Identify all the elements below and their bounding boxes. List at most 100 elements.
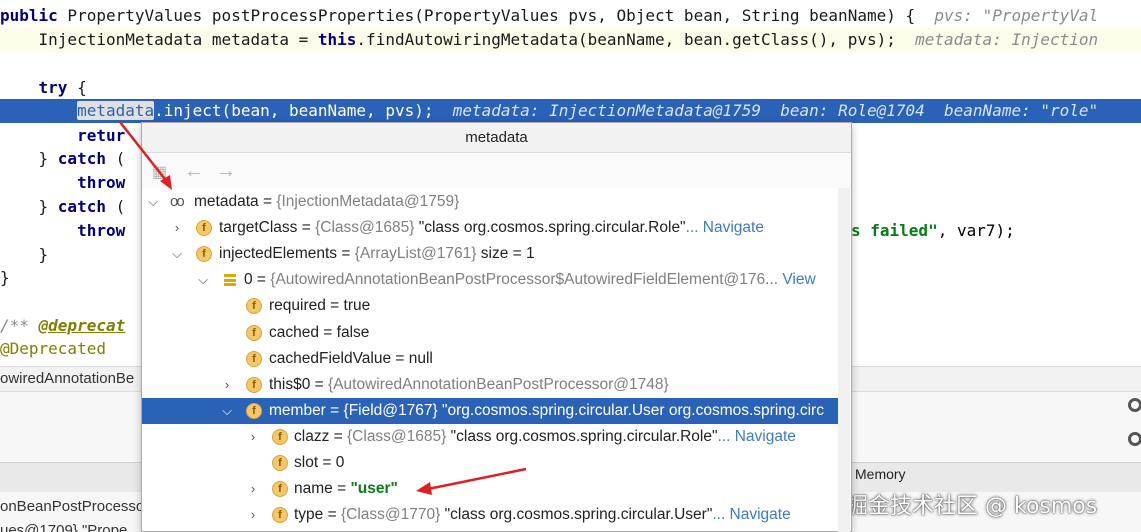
var-name: required — [269, 297, 326, 314]
watch-glasses-icon: oo — [170, 193, 185, 210]
var-name: 0 — [244, 271, 253, 288]
var-type: {AutowiredAnnotationBeanPostProcessor$Au… — [270, 271, 766, 288]
keyword: retur — [77, 126, 126, 145]
gear-icon[interactable] — [1128, 398, 1141, 412]
var-name: metadata — [194, 193, 259, 210]
inline-debug-hint: pvs: "PropertyVal — [915, 6, 1099, 25]
field-icon: f — [272, 429, 288, 445]
tree-row-name[interactable]: › f name = "user" — [142, 476, 850, 502]
back-icon[interactable]: ← — [184, 160, 204, 182]
field-icon: f — [246, 298, 262, 314]
chevron-right-icon[interactable]: › — [246, 476, 260, 502]
var-value: "org.cosmos.spring.circular.User org.cos… — [442, 402, 824, 419]
popup-title: metadata — [142, 123, 851, 153]
tree-row-this0[interactable]: › f this$0 = {AutowiredAnnotationBeanPos… — [142, 372, 850, 398]
view-link[interactable]: ... View — [765, 271, 816, 288]
javadoc-tag: @deprecat — [38, 316, 126, 335]
chevron-right-icon[interactable]: › — [246, 424, 260, 450]
code-text: } — [0, 268, 10, 287]
navigate-link[interactable]: ... Navigate — [712, 506, 790, 523]
code-line-2: InjectionMetadata metadata = this.findAu… — [0, 28, 1141, 52]
var-type: {ArrayList@1761} — [354, 245, 481, 262]
code-text: ( — [105, 197, 126, 216]
tree-row-clazz[interactable]: › f clazz = {Class@1685} "class org.cosm… — [142, 424, 850, 450]
tree-row-element-0[interactable]: ⌵ 0 = {AutowiredAnnotationBeanPostProces… — [142, 267, 850, 293]
frame-item[interactable]: onBeanPostProcesso — [0, 498, 144, 515]
chevron-down-icon[interactable]: ⌵ — [170, 241, 184, 267]
popup-scrollbar[interactable] — [838, 188, 850, 532]
field-icon: f — [272, 481, 288, 497]
frames-icon[interactable]: ▦ — [152, 162, 167, 184]
code-line-4: try { — [0, 76, 1141, 100]
var-name: clazz — [294, 428, 330, 445]
equals: = — [329, 428, 347, 445]
code-text: InjectionMetadata metadata = — [38, 30, 318, 49]
keyword: catch — [57, 149, 106, 168]
chevron-down-icon[interactable]: ⌵ — [220, 398, 234, 424]
equals: = — [325, 402, 344, 419]
field-icon: f — [272, 507, 288, 523]
var-value: false — [336, 324, 370, 341]
code-text: .findAutowiringMetadata(beanName, bean.g… — [356, 30, 896, 49]
var-name: member — [269, 402, 326, 419]
tree-row-injectedElements[interactable]: ⌵ f injectedElements = {ArrayList@1761} … — [142, 241, 850, 267]
tab-memory[interactable]: Memory — [855, 466, 906, 482]
tree-row-slot[interactable]: f slot = 0 — [142, 450, 850, 476]
tree-row-metadata[interactable]: ⌵ oo metadata = {InjectionMetadata@1759} — [142, 189, 850, 215]
selected-variable[interactable]: metadata — [77, 101, 155, 120]
tree-row-cachedFieldValue[interactable]: f cachedFieldValue = null — [142, 346, 850, 372]
execution-line: metadata.inject(bean, beanName, pvs); me… — [0, 99, 1141, 123]
var-type: {Field@1767} — [343, 402, 443, 419]
var-type: {Class@1685} — [347, 428, 451, 445]
keyword: throw — [77, 173, 126, 192]
var-value: "class org.cosmos.spring.circular.Role" — [450, 428, 718, 445]
navigate-link[interactable]: ... Navigate — [718, 428, 796, 445]
chevron-down-icon[interactable]: ⌵ — [196, 267, 210, 293]
var-value: null — [408, 350, 433, 367]
tree-row-type[interactable]: › f type = {Class@1770} "class org.cosmo… — [142, 502, 850, 528]
variable-inspector-popup[interactable]: metadata ▦ ← → ⌵ oo metadata = {Injectio… — [141, 122, 852, 532]
var-name: cached — [269, 324, 319, 341]
code-text: ( — [105, 149, 126, 168]
field-icon: f — [246, 351, 262, 367]
equals: = — [337, 245, 355, 262]
settings-icon[interactable] — [1128, 432, 1141, 446]
code-text: .inject(bean, beanName, pvs); — [154, 101, 434, 120]
tree-row-required[interactable]: f required = true — [142, 293, 850, 319]
tree-row-member[interactable]: ⌵ f member = {Field@1767} "org.cosmos.sp… — [142, 398, 850, 424]
navigate-link[interactable]: ... Navigate — [686, 219, 764, 236]
var-name: name — [294, 480, 333, 497]
chevron-right-icon[interactable]: › — [170, 215, 184, 241]
field-icon: f — [272, 455, 288, 471]
variable-item[interactable]: ues@1709} "Prope — [0, 522, 127, 532]
keyword: public — [0, 6, 58, 25]
chevron-right-icon[interactable]: › — [246, 502, 260, 528]
field-icon: f — [246, 325, 262, 341]
equals: = — [318, 454, 336, 471]
equals: = — [391, 350, 409, 367]
tree-row-cached[interactable]: f cached = false — [142, 320, 850, 346]
forward-icon[interactable]: → — [216, 160, 236, 182]
code-text: } — [38, 197, 58, 216]
var-value: "class org.cosmos.spring.circular.Role" — [418, 219, 686, 236]
var-name: this$0 — [269, 376, 311, 393]
tree-row-targetClass[interactable]: › f targetClass = {Class@1685} "class or… — [142, 215, 850, 241]
chevron-right-icon[interactable]: › — [220, 372, 234, 398]
equals: = — [258, 193, 277, 210]
keyword: throw — [77, 221, 126, 240]
var-type: {InjectionMetadata@1759} — [276, 193, 460, 210]
field-icon: f — [196, 220, 212, 236]
equals: = — [318, 324, 337, 341]
breadcrumb: owiredAnnotationBe — [0, 370, 135, 387]
field-icon: f — [246, 403, 262, 419]
var-type: {AutowiredAnnotationBeanPostProcessor@17… — [328, 376, 669, 393]
chevron-down-icon[interactable]: ⌵ — [146, 189, 160, 215]
var-name: slot — [294, 454, 319, 471]
